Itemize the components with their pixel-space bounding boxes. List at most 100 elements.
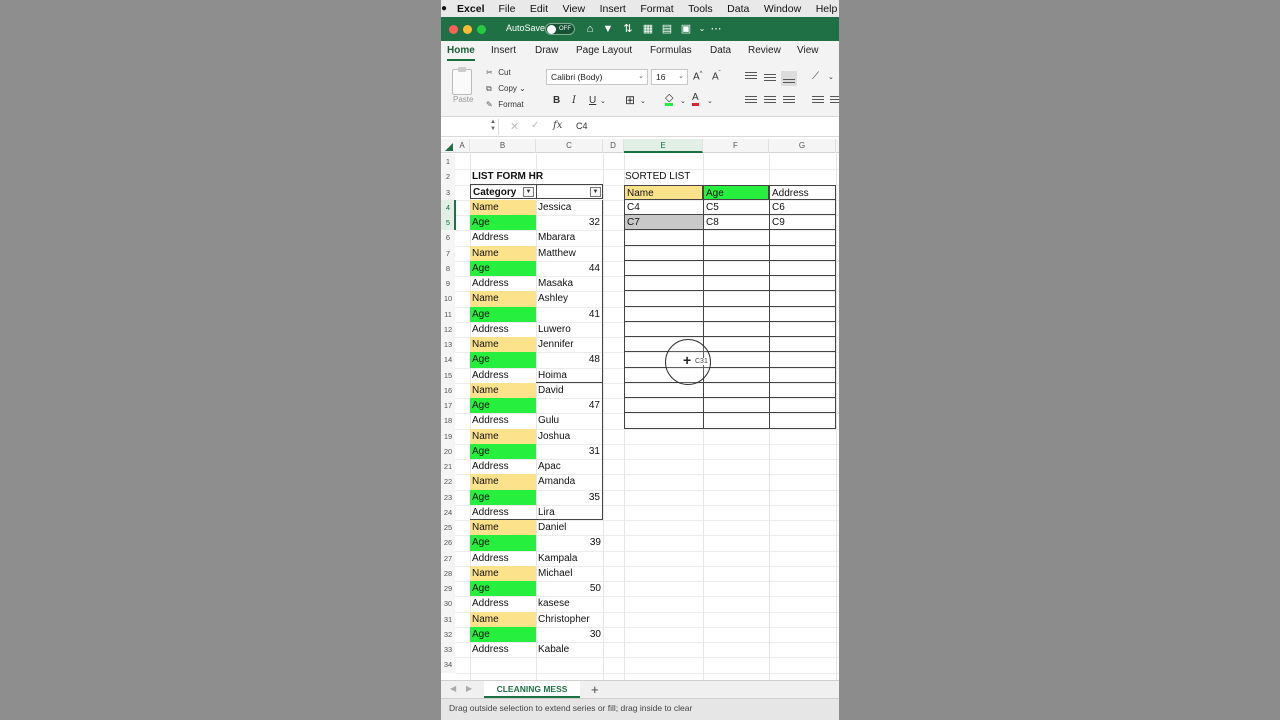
row-header[interactable]: 21 xyxy=(441,459,455,475)
sorted-cell[interactable] xyxy=(769,321,836,337)
sorted-cell[interactable] xyxy=(703,367,769,383)
table-icon[interactable]: ▦ xyxy=(641,22,655,36)
row-header[interactable]: 8 xyxy=(441,260,455,276)
grid-icon[interactable]: ▤ xyxy=(660,22,674,36)
chevron-down-icon[interactable]: ⌄ xyxy=(828,73,834,81)
sorted-cell[interactable] xyxy=(624,291,703,307)
apple-icon[interactable]: ● xyxy=(441,3,447,14)
tab-review[interactable]: Review xyxy=(748,45,781,56)
sorted-cell[interactable] xyxy=(703,398,769,414)
sorted-header-cell[interactable]: Age xyxy=(703,184,769,200)
category-cell[interactable]: Name xyxy=(470,474,536,490)
row-header[interactable]: 29 xyxy=(441,581,455,597)
chevron-down-icon[interactable]: ⌄ xyxy=(600,97,606,105)
category-cell[interactable]: Address xyxy=(470,276,536,291)
autosave-toggle[interactable]: OFF xyxy=(545,23,575,35)
row-header[interactable]: 30 xyxy=(441,596,455,612)
menu-file[interactable]: File xyxy=(499,3,516,15)
row-header[interactable]: 11 xyxy=(441,306,455,322)
category-cell[interactable]: Age xyxy=(470,443,536,459)
close-window-button[interactable] xyxy=(449,25,458,34)
row-header[interactable]: 23 xyxy=(441,489,455,505)
filter-dropdown-icon[interactable]: ▼ xyxy=(590,187,601,197)
row-header[interactable]: 1 xyxy=(441,154,455,170)
align-middle-icon[interactable] xyxy=(764,74,776,84)
home-icon[interactable]: ⌂ xyxy=(583,22,597,36)
sorted-cell[interactable] xyxy=(624,276,703,292)
column-header-f[interactable]: F xyxy=(703,139,769,153)
sorted-cell[interactable] xyxy=(769,291,836,307)
value-cell[interactable]: Amanda xyxy=(536,474,603,490)
menu-help[interactable]: Help xyxy=(816,3,838,15)
sorted-list-title[interactable]: SORTED LIST xyxy=(623,169,723,184)
fill-color-icon[interactable]: ◇ xyxy=(665,93,674,106)
category-cell[interactable]: Name xyxy=(470,245,536,261)
sorted-cell[interactable] xyxy=(703,352,769,368)
add-sheet-button[interactable]: + xyxy=(591,682,599,697)
sorted-cell[interactable] xyxy=(703,245,769,261)
italic-button[interactable]: I xyxy=(572,95,576,106)
value-cell[interactable]: 35 xyxy=(536,489,603,505)
value-cell[interactable]: 47 xyxy=(536,398,603,414)
value-cell[interactable]: Daniel xyxy=(536,520,603,535)
row-header[interactable]: 18 xyxy=(441,413,455,429)
align-bottom-icon[interactable] xyxy=(781,71,797,86)
chevron-down-icon[interactable]: ⌄ xyxy=(707,97,713,105)
tab-page-layout[interactable]: Page Layout xyxy=(576,45,632,56)
sorted-header-cell[interactable]: Address xyxy=(769,184,836,200)
column-header-c[interactable]: C xyxy=(536,139,603,153)
category-cell[interactable]: Name xyxy=(470,382,536,398)
category-cell[interactable]: Address xyxy=(470,368,536,383)
row-header[interactable]: 15 xyxy=(441,367,455,383)
name-box-stepper-icon[interactable]: ▲ ▼ xyxy=(490,119,496,133)
sorted-cell[interactable]: C4 xyxy=(624,199,703,215)
column-header-d[interactable]: D xyxy=(603,139,624,153)
format-painter-button[interactable]: ✎ Format xyxy=(486,100,524,109)
category-cell[interactable]: Name xyxy=(470,291,536,307)
category-cell[interactable]: Age xyxy=(470,626,536,642)
column-header-g[interactable]: G xyxy=(769,139,836,153)
chevron-down-icon[interactable]: ⌄ xyxy=(695,22,709,36)
orientation-icon[interactable]: ⟋ xyxy=(812,71,819,82)
category-cell[interactable]: Name xyxy=(470,520,536,536)
category-cell[interactable]: Address xyxy=(470,596,536,611)
tab-insert[interactable]: Insert xyxy=(491,45,516,56)
value-cell[interactable]: Joshua xyxy=(536,428,603,444)
value-cell[interactable]: 48 xyxy=(536,352,603,368)
sorted-cell[interactable] xyxy=(769,398,836,414)
sorted-cell[interactable] xyxy=(769,260,836,276)
minimize-window-button[interactable] xyxy=(463,25,472,34)
category-cell[interactable]: Address xyxy=(470,551,536,566)
filter-dropdown-icon[interactable]: ▼ xyxy=(523,187,534,197)
filter-icon[interactable]: ▼ xyxy=(601,22,615,36)
sorted-cell[interactable]: C9 xyxy=(769,215,836,231)
value-cell[interactable]: Gulu xyxy=(536,413,603,429)
tab-formulas[interactable]: Formulas xyxy=(650,45,692,56)
value-cell[interactable]: Mbarara xyxy=(536,230,603,246)
row-header[interactable]: 9 xyxy=(441,276,455,292)
sorted-cell[interactable] xyxy=(703,382,769,398)
font-size-select[interactable]: 16 ⌄ xyxy=(651,69,688,85)
row-header[interactable]: 32 xyxy=(441,626,455,642)
sorted-cell[interactable] xyxy=(624,306,703,322)
formula-input[interactable]: C4 xyxy=(576,121,588,131)
category-cell[interactable]: Age xyxy=(470,489,536,505)
value-cell[interactable]: 39 xyxy=(536,535,603,550)
more-icon[interactable]: ⋯ xyxy=(709,22,723,36)
sorted-cell[interactable] xyxy=(624,382,703,398)
value-cell[interactable]: Lira xyxy=(536,504,603,520)
sorted-cell[interactable] xyxy=(703,321,769,337)
paste-icon[interactable] xyxy=(452,67,472,95)
value-cell[interactable]: 31 xyxy=(536,443,603,459)
row-header[interactable]: 33 xyxy=(441,642,455,658)
row-header[interactable]: 17 xyxy=(441,398,455,414)
value-cell[interactable]: 44 xyxy=(536,260,603,276)
value-cell[interactable]: David xyxy=(536,382,603,398)
tab-draw[interactable]: Draw xyxy=(535,45,558,56)
sorted-cell[interactable] xyxy=(703,413,769,429)
enter-icon[interactable]: ✓ xyxy=(531,120,539,131)
value-cell[interactable]: Masaka xyxy=(536,276,603,292)
previous-sheet-icon[interactable]: ◀ xyxy=(450,684,456,693)
category-cell[interactable]: Name xyxy=(470,337,536,353)
value-cell[interactable]: Ashley xyxy=(536,291,603,307)
